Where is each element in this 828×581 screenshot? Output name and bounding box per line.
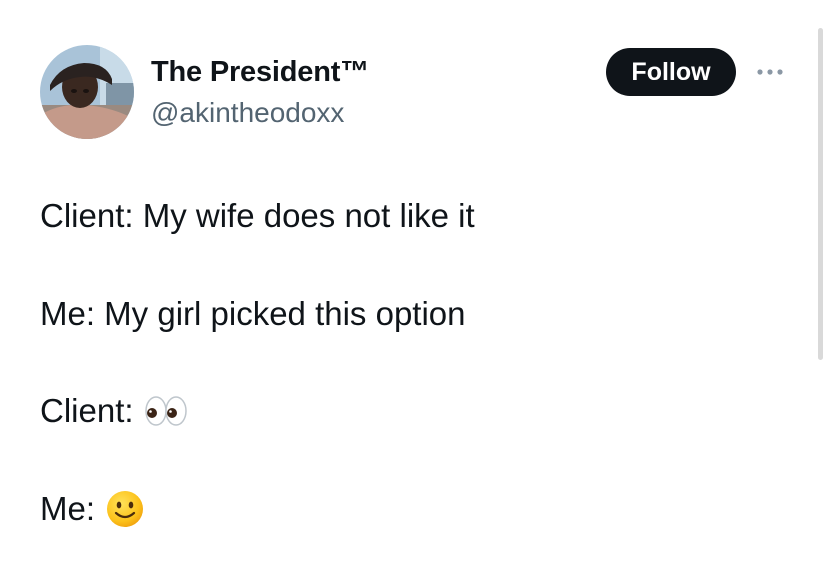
- tweet-text-line: Me:: [40, 487, 145, 531]
- author-display-name[interactable]: The President™: [151, 52, 369, 92]
- tweet-line-text: Client: My wife does not like it: [40, 197, 475, 234]
- follow-button[interactable]: Follow: [606, 48, 736, 96]
- tweet-line-text: Me: My girl picked this option: [40, 295, 466, 332]
- author-handle[interactable]: @akintheodoxx: [151, 94, 344, 132]
- tweet-text-line: Me: My girl picked this option: [40, 292, 466, 336]
- scrollbar[interactable]: [818, 28, 823, 360]
- author-avatar[interactable]: [40, 45, 134, 139]
- tweet-text-line: Client:: [40, 389, 188, 433]
- avatar-photo: [40, 45, 134, 139]
- slightly-smiling-face-emoji-icon: [105, 489, 145, 529]
- tweet-line-text: Me:: [40, 490, 96, 527]
- eyes-emoji-icon: [144, 394, 188, 428]
- more-horizontal-icon[interactable]: [754, 62, 786, 82]
- tweet-line-text: Client:: [40, 392, 134, 429]
- tweet-text-line: Client: My wife does not like it: [40, 194, 475, 238]
